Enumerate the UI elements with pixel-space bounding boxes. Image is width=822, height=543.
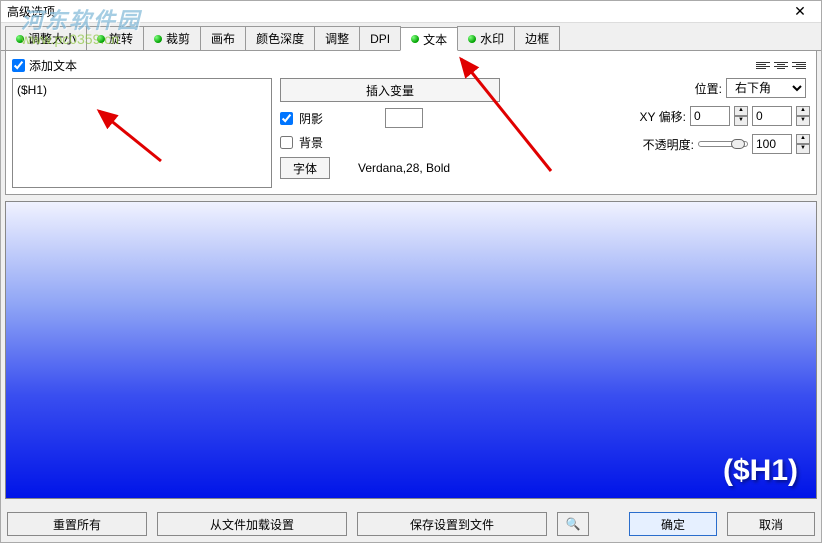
tab-label: 文本 [423,31,447,48]
align-right-icon[interactable] [792,60,806,72]
dot-icon [16,35,24,43]
opacity-spinner[interactable]: ▲▼ [796,134,810,154]
shadow-checkbox[interactable] [280,112,293,125]
opacity-slider[interactable] [698,141,748,147]
titlebar: 高级选项 ✕ [1,1,821,23]
align-left-icon[interactable] [756,60,770,72]
tabbar: 调整大小 旋转 裁剪 画布 颜色深度 调整 DPI 文本 水印 边框 [1,23,821,51]
tab-label: 边框 [525,30,549,47]
tab-label: 水印 [480,30,504,47]
tab-6[interactable]: DPI [359,26,401,50]
tab-4[interactable]: 颜色深度 [245,26,315,50]
tab-8[interactable]: 水印 [457,26,515,50]
shadow-label: 阴影 [299,110,323,127]
tab-5[interactable]: 调整 [314,26,360,50]
tab-label: 颜色深度 [256,30,304,47]
add-text-label: 添加文本 [29,57,77,74]
opacity-label: 不透明度: [643,136,694,153]
tab-label: DPI [370,32,390,46]
save-settings-button[interactable]: 保存设置到文件 [357,512,547,536]
tab-label: 调整大小 [28,30,76,47]
window-title: 高级选项 [7,3,785,20]
ok-button[interactable]: 确定 [629,512,717,536]
color-swatch[interactable] [385,108,423,128]
position-label: 位置: [695,80,722,97]
dot-icon [468,35,476,43]
tab-label: 裁剪 [166,30,190,47]
offset-y-input[interactable] [752,106,792,126]
font-button[interactable]: 字体 [280,157,330,179]
close-icon[interactable]: ✕ [785,3,815,20]
tab-9[interactable]: 边框 [514,26,560,50]
opacity-input[interactable] [752,134,792,154]
load-settings-button[interactable]: 从文件加载设置 [157,512,347,536]
text-input[interactable] [12,78,272,188]
offset-x-spinner[interactable]: ▲▼ [734,106,748,126]
dot-icon [97,35,105,43]
tab-label: 旋转 [109,30,133,47]
tab-2[interactable]: 裁剪 [143,26,201,50]
add-text-checkbox[interactable] [12,59,25,72]
position-dropdown[interactable]: 右下角 [726,78,806,98]
footer: 重置所有 从文件加载设置 保存设置到文件 🔍 确定 取消 [7,512,815,536]
search-icon-button[interactable]: 🔍 [557,512,589,536]
tab-3[interactable]: 画布 [200,26,246,50]
background-checkbox[interactable] [280,136,293,149]
preview-area: ($H1) [5,201,817,499]
tab-label: 画布 [211,30,235,47]
tab-1[interactable]: 旋转 [86,26,144,50]
offset-label: XY 偏移: [640,108,686,125]
cancel-button[interactable]: 取消 [727,512,815,536]
font-info: Verdana,28, Bold [358,161,450,175]
tab-label: 调整 [325,30,349,47]
background-label: 背景 [299,134,323,151]
preview-sample-text: ($H1) [723,454,798,488]
dot-icon [411,35,419,43]
dot-icon [154,35,162,43]
tab-0[interactable]: 调整大小 [5,26,87,50]
offset-y-spinner[interactable]: ▲▼ [796,106,810,126]
text-panel: 添加文本 插入变量 阴影 背景 字体 Verdana,28, Bo [5,51,817,195]
tab-7[interactable]: 文本 [400,27,458,51]
insert-variable-button[interactable]: 插入变量 [280,78,500,102]
reset-all-button[interactable]: 重置所有 [7,512,147,536]
align-center-icon[interactable] [774,60,788,72]
offset-x-input[interactable] [690,106,730,126]
